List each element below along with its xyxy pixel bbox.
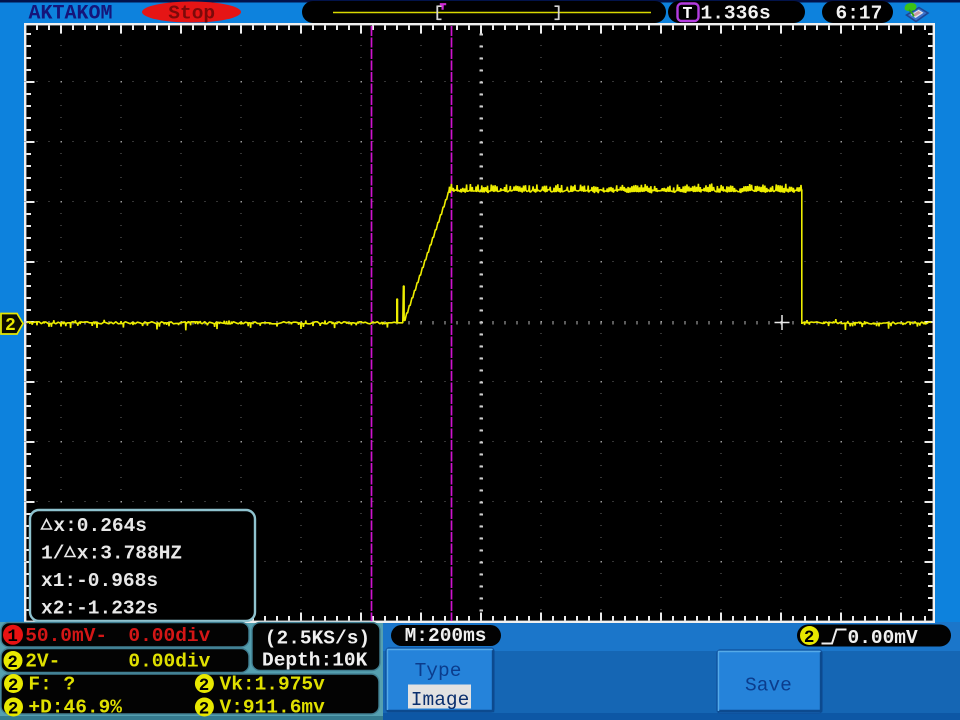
- svg-text:2: 2: [199, 676, 210, 696]
- svg-text:AKTAKOM: AKTAKOM: [29, 3, 113, 26]
- svg-text:Stop: Stop: [168, 3, 215, 25]
- svg-text:0.00mV: 0.00mV: [848, 627, 919, 649]
- svg-text:1/: 1/: [41, 543, 64, 565]
- svg-text:6:17: 6:17: [836, 3, 883, 25]
- svg-text:x1:-0.968s: x1:-0.968s: [41, 570, 158, 592]
- svg-text:2: 2: [8, 676, 19, 696]
- svg-text:0.00div: 0.00div: [128, 625, 210, 647]
- svg-text:50.0mV-: 50.0mV-: [25, 625, 107, 647]
- svg-text:2: 2: [5, 316, 16, 336]
- svg-text:2V-: 2V-: [25, 651, 60, 673]
- svg-text:x:0.264s: x:0.264s: [53, 515, 147, 537]
- svg-text:2: 2: [7, 653, 18, 673]
- svg-text:Save: Save: [745, 675, 792, 697]
- svg-text:M:200ms: M:200ms: [405, 625, 487, 647]
- svg-text:+D:46.9%: +D:46.9%: [28, 697, 122, 719]
- svg-text:2: 2: [804, 628, 815, 648]
- svg-text:V:911.6mv: V:911.6mv: [220, 697, 326, 719]
- svg-text:Type: Type: [415, 660, 462, 682]
- svg-text:2: 2: [8, 700, 19, 720]
- svg-text:x:3.788HZ: x:3.788HZ: [77, 543, 182, 565]
- svg-text:1.336s: 1.336s: [701, 3, 771, 25]
- svg-text:(2.5KS/s): (2.5KS/s): [265, 628, 370, 650]
- svg-text:T: T: [683, 4, 693, 23]
- svg-text:Image: Image: [411, 689, 470, 711]
- svg-text:F: ?: F: ?: [28, 674, 75, 696]
- svg-text:1: 1: [7, 627, 18, 647]
- svg-text:2: 2: [199, 700, 210, 720]
- svg-text:Vk:1.975v: Vk:1.975v: [220, 674, 326, 696]
- svg-text:0.00div: 0.00div: [128, 651, 210, 673]
- svg-text:Depth:10K: Depth:10K: [262, 650, 368, 672]
- svg-text:x2:-1.232s: x2:-1.232s: [41, 598, 158, 620]
